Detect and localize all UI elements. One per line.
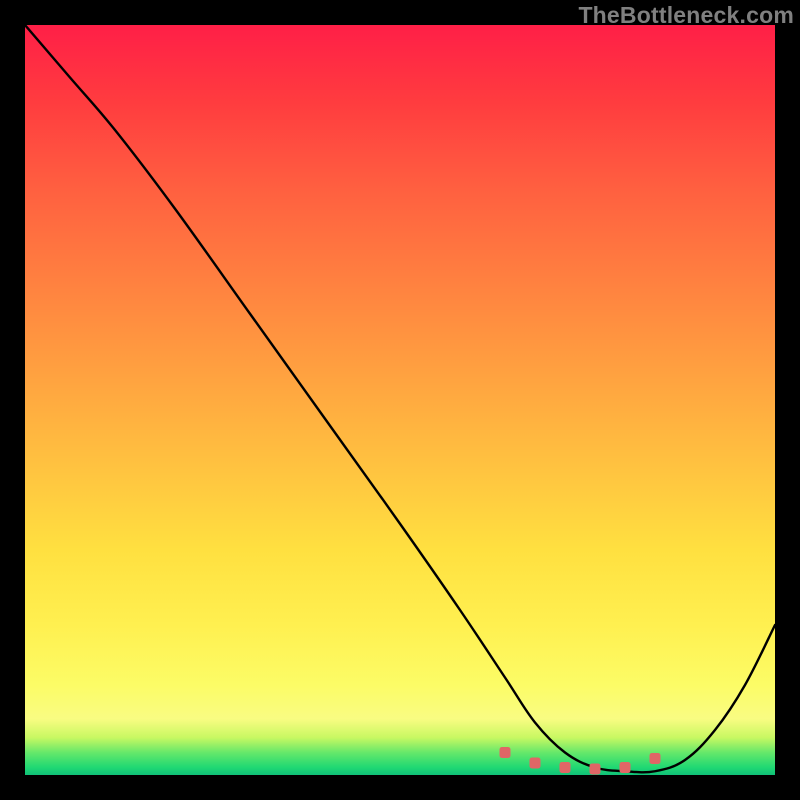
flat-marker	[620, 762, 631, 773]
watermark-text: TheBottleneck.com	[578, 2, 794, 29]
curve-line	[25, 25, 775, 772]
flat-marker	[530, 758, 541, 769]
flat-marker	[500, 747, 511, 758]
flat-marker	[590, 764, 601, 775]
chart-svg	[25, 25, 775, 775]
flat-marker	[650, 753, 661, 764]
chart-container: TheBottleneck.com	[0, 0, 800, 800]
flat-marker	[560, 762, 571, 773]
chart-plot-area	[25, 25, 775, 775]
